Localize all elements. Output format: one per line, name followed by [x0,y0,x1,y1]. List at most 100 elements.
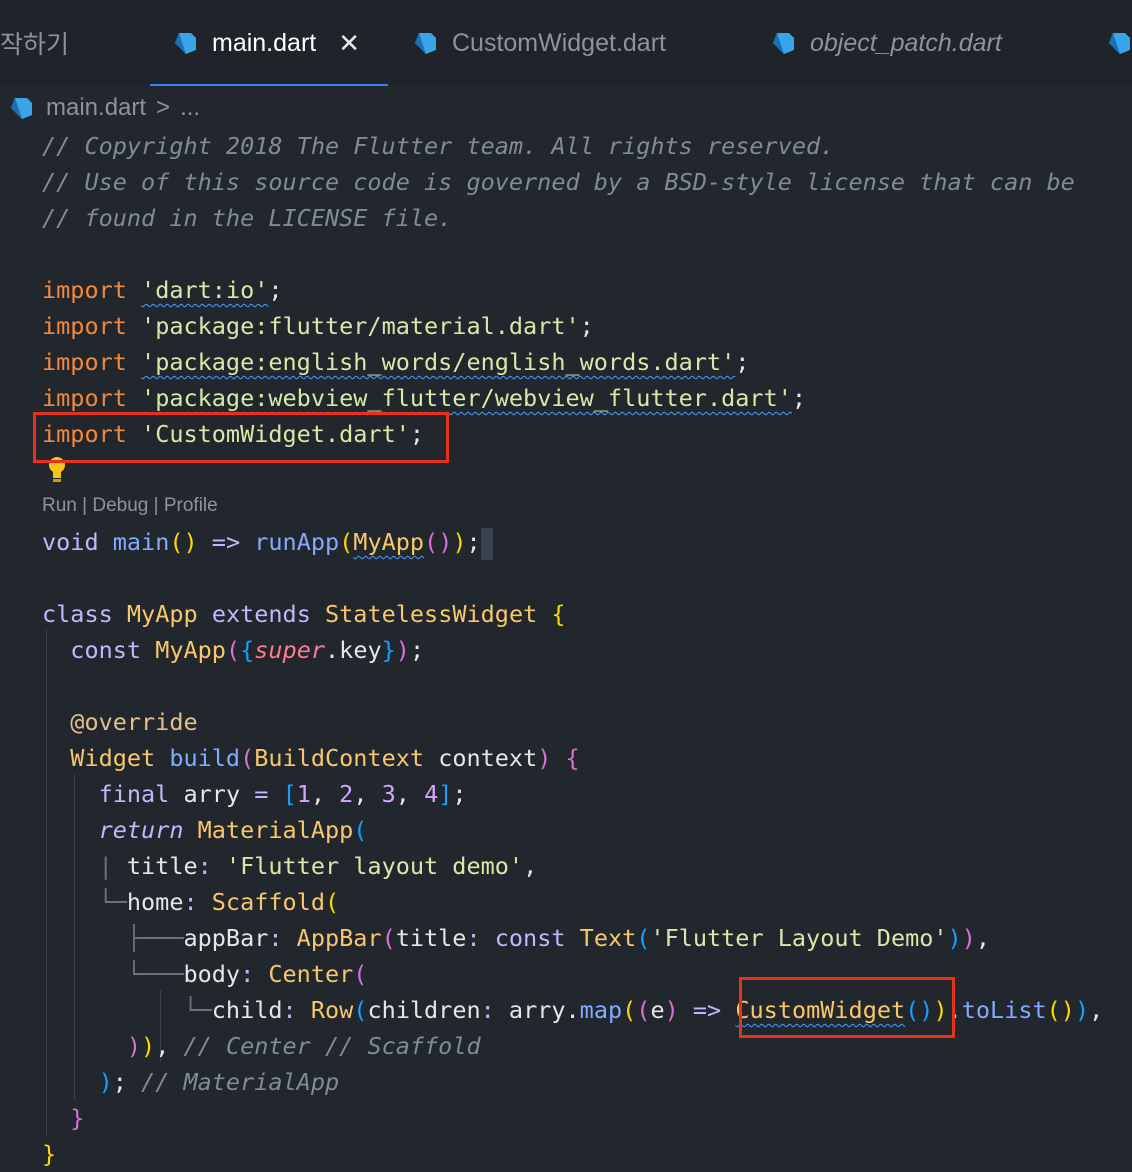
import-keyword: import [42,348,127,376]
token: => [692,996,722,1024]
import-path: 'package:flutter/material.dart' [141,312,580,340]
codelens-debug[interactable]: Debug [92,495,148,516]
token: return [98,816,184,844]
import-path: 'CustomWidget.dart' [141,420,410,448]
token: Widget [70,744,156,772]
breadcrumb-file[interactable]: main.dart [46,94,146,122]
token: extends [211,600,311,628]
token: CustomWidget [735,996,906,1024]
code-line: import 'package:webview_flutter/webview_… [42,384,807,412]
token: // Scaffold [325,1032,481,1060]
token: Row [310,996,354,1024]
breadcrumb: main.dart > ... [8,90,200,126]
token: super [254,636,326,664]
code-line: import 'dart:io'; [42,276,283,304]
code-line: import 'package:english_words/english_wo… [42,348,750,376]
tab-object-patch-dart[interactable]: object_patch.dart [770,0,1002,86]
token: child [211,996,283,1024]
code-line-class: class MyApp extends StatelessWidget { [42,600,566,628]
tab-partial[interactable]: 작하기 [0,0,69,86]
import-keyword: import [42,276,127,304]
import-path: 'dart:io' [141,276,269,304]
code-line: // Use of this source code is governed b… [42,168,1075,196]
token: void [42,528,99,556]
token: // MaterialApp [141,1068,340,1096]
token: build [169,744,241,772]
import-keyword: import [42,420,127,448]
tab-overflow[interactable] [1106,0,1132,86]
code-line-main: void main() => runApp(MyApp()); [42,524,1103,560]
token: // Center [183,1032,311,1060]
token: MyApp [126,600,198,628]
token: 3 [381,780,396,808]
token: const [494,924,566,952]
token: title [126,852,198,880]
code-line-close: )), // Center // Scaffold [126,1032,481,1060]
token: toList [961,996,1047,1024]
token: 'Flutter Layout Demo' [650,924,948,952]
import-keyword: import [42,384,127,412]
code-line-build: Widget build(BuildContext context) { [70,744,580,772]
lightbulb-icon[interactable] [46,454,68,484]
token: appBar [183,924,269,952]
dart-file-icon [175,33,196,54]
token: main [112,528,170,556]
code-line: // found in the LICENSE file. [42,204,453,232]
token: MyApp [353,528,425,556]
token: AppBar [296,924,382,952]
token: MaterialApp [197,816,354,844]
codelens-profile[interactable]: Profile [164,495,218,516]
token: const [70,636,142,664]
token: home [126,888,184,916]
token: context [438,744,538,772]
token: Scaffold [211,888,325,916]
code-line-lightbulb [42,452,1103,488]
token: children [367,996,481,1024]
code-line-return: return MaterialApp( [98,816,368,844]
token: arry [183,780,241,808]
code-line-body: └───body: Center( [126,960,368,988]
token: e [650,996,665,1024]
tab-label: main.dart [212,28,317,57]
token: key [339,636,382,664]
dart-file-icon [1109,33,1130,54]
token: MyApp [155,636,226,664]
code-line-override: @override [42,704,1103,740]
text-cursor [480,527,493,560]
codelens-divider: | [148,495,164,516]
import-path: 'package:english_words/english_words.dar… [141,348,736,376]
tab-label: CustomWidget.dart [452,28,666,57]
token: 4 [424,780,439,808]
code-line-home: └─home: Scaffold( [98,888,340,916]
tab-customwidget-dart[interactable]: CustomWidget.dart [412,0,666,86]
tab-label: object_patch.dart [810,28,1002,57]
import-keyword: import [42,312,127,340]
token: body [183,960,241,988]
token: 2 [339,780,354,808]
token: class [42,600,113,628]
code-line-close: } [42,1140,57,1168]
token: @override [70,708,198,736]
code-line-close: ); // MaterialApp [98,1068,340,1096]
token: Center [268,960,354,988]
dart-file-icon [773,33,794,54]
token: final [98,780,170,808]
code-line: import 'package:flutter/material.dart'; [42,312,594,340]
token: arry [508,996,566,1024]
close-icon[interactable]: ✕ [338,28,360,59]
token: 'Flutter layout demo' [225,852,524,880]
code-line-ctor: const MyApp({super.key}); [70,636,425,664]
dart-file-icon [415,33,436,54]
tab-main-dart[interactable]: main.dart ✕ [150,0,388,86]
token: Text [579,924,637,952]
code-line: // Copyright 2018 The Flutter team. All … [42,132,835,160]
code-line-arry: final arry = [1, 2, 3, 4]; [98,780,467,808]
breadcrumb-separator: > [156,94,171,121]
import-path: 'package:webview_flutter/webview_flutter… [141,384,792,412]
tab-label: 작하기 [0,31,70,59]
code-editor[interactable]: // Copyright 2018 The Flutter team. All … [42,128,1103,1172]
breadcrumb-more[interactable]: ... [180,94,200,122]
